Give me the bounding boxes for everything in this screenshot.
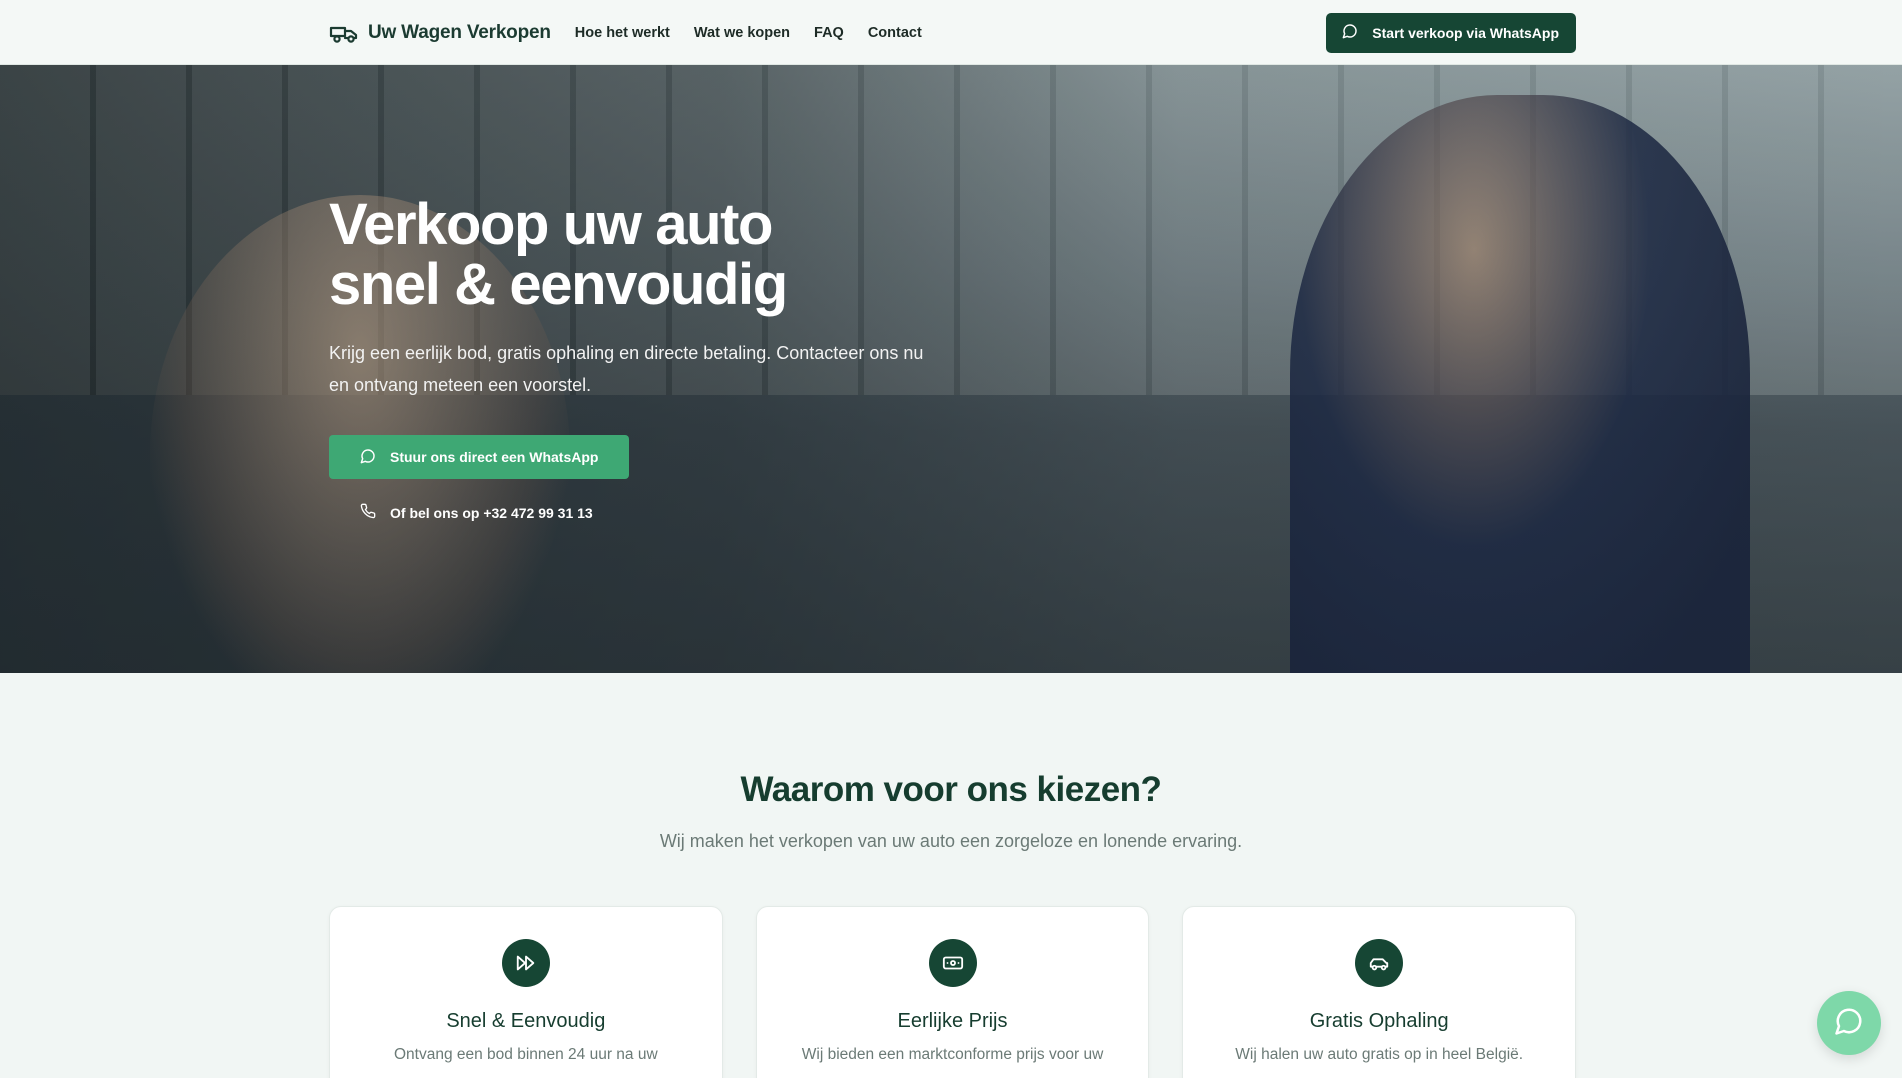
start-sale-whatsapp-button[interactable]: Start verkoop via WhatsApp — [1326, 12, 1576, 53]
brand-name: Uw Wagen Verkopen — [368, 21, 551, 43]
feature-card-title: Gratis Ophaling — [1309, 1010, 1449, 1032]
chat-bubble-icon — [360, 448, 376, 467]
whatsapp-cta-label: Stuur ons direct een WhatsApp — [390, 449, 599, 465]
navbar-inner: Uw Wagen Verkopen Hoe het werkt Wat we k… — [329, 0, 1576, 65]
feature-card-fast: Snel & Eenvoudig Ontvang een bod binnen … — [329, 906, 723, 1078]
hero-salesman-figure — [1290, 95, 1750, 673]
nav-link-contact[interactable]: Contact — [868, 25, 922, 41]
nav-link-what-we-buy[interactable]: Wat we kopen — [694, 25, 790, 41]
feature-card-free-pickup: Gratis Ophaling Wij halen uw auto gratis… — [1182, 906, 1577, 1078]
start-sale-whatsapp-label: Start verkoop via WhatsApp — [1372, 24, 1559, 41]
call-phone-label: Of bel ons op +32 472 99 31 13 — [390, 504, 593, 521]
why-section-subtitle: Wij maken het verkopen van uw auto een z… — [659, 831, 1243, 851]
feature-card-text: Ontvang een bod binnen 24 uur na uw — [393, 1046, 658, 1063]
fast-forward-icon — [501, 939, 550, 987]
brand-logo-link[interactable]: Uw Wagen Verkopen — [329, 22, 551, 44]
nav-link-how-it-works[interactable]: Hoe het werkt — [575, 25, 670, 41]
hero-title-line-1: Verkoop uw auto — [329, 192, 773, 257]
hero-section: Verkoop uw auto snel & eenvoudig Krijg e… — [0, 65, 1902, 673]
feature-card-fair-price: Eerlijke Prijs Wij bieden een marktconfo… — [755, 906, 1150, 1078]
hero-content: Verkoop uw auto snel & eenvoudig Krijg e… — [329, 195, 949, 522]
car-icon — [1355, 939, 1404, 987]
feature-card-text: Wij halen uw auto gratis op in heel Belg… — [1235, 1046, 1524, 1063]
feature-card-text: Wij bieden een marktconforme prijs voor … — [801, 1046, 1104, 1063]
hero-subtitle: Krijg een eerlijk bod, gratis ophaling e… — [329, 343, 924, 395]
chat-bubble-icon — [1834, 1006, 1864, 1041]
chat-bubble-icon — [1342, 23, 1358, 42]
nav-links: Hoe het werkt Wat we kopen FAQ Contact — [575, 25, 922, 41]
nav-link-faq[interactable]: FAQ — [814, 25, 844, 41]
top-navbar: Uw Wagen Verkopen Hoe het werkt Wat we k… — [0, 0, 1902, 65]
floating-whatsapp-button[interactable] — [1817, 991, 1881, 1055]
feature-card-title: Snel & Eenvoudig — [446, 1010, 606, 1032]
feature-cards: Snel & Eenvoudig Ontvang een bod binnen … — [329, 906, 1577, 1078]
hero-title-line-2: snel & eenvoudig — [329, 252, 788, 317]
banknote-icon — [928, 939, 977, 987]
call-phone-link[interactable]: Of bel ons op +32 472 99 31 13 — [360, 503, 949, 522]
hero-title: Verkoop uw auto snel & eenvoudig — [329, 195, 949, 315]
phone-icon — [360, 503, 376, 522]
why-section-title: Waarom voor ons kiezen? — [740, 770, 1162, 809]
truck-icon — [329, 22, 359, 44]
feature-card-title: Eerlijke Prijs — [897, 1010, 1008, 1032]
whatsapp-cta-button[interactable]: Stuur ons direct een WhatsApp — [329, 435, 630, 479]
